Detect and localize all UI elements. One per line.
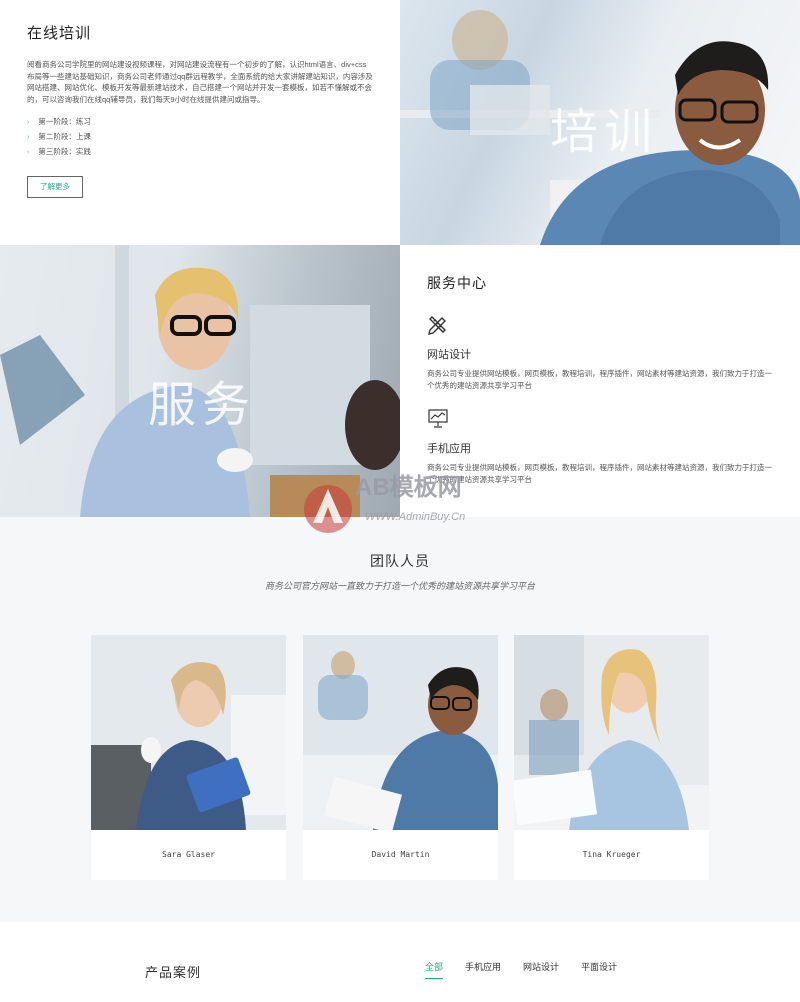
tab-all[interactable]: 全部 [425,960,444,979]
team-section: 团队人员 商务公司官方网站一直致力于打造一个优秀的建站资源共享学习平台 Sara… [0,517,800,922]
team-member-name: Tina Krueger [582,850,641,859]
list-item: › 第二阶段：上课 [27,132,91,141]
service-section: 服务中心 网站设计 商务公司专业提供网站模板，网页模板，教程培训，程序插件，网站… [400,245,800,517]
service-title: 服务中心 [427,275,487,291]
team-member-card[interactable]: David Martin [303,635,498,880]
service-item-title: 手机应用 [427,443,471,455]
team-member-name: Sara Glaser [162,850,215,859]
chevron-right-icon: › [27,134,30,141]
service-photo: 服务 [0,245,400,517]
team-title: 团队人员 [370,553,430,569]
team-member-card[interactable]: Tina Krueger [514,635,709,880]
avatar [303,635,498,830]
list-item: › 第三阶段：实践 [27,147,91,156]
list-item: › 第一阶段：练习 [27,117,91,126]
chevron-right-icon: › [27,149,30,156]
pencil-ruler-icon [428,316,446,335]
products-section: 产品案例 全部 手机应用 网站设计 平面设计 [0,922,800,1002]
tab-graphic-design[interactable]: 平面设计 [581,960,617,979]
training-description: 阅看商务公司学院里的网站建设视频课程，对网站建设流程有一个初步的了解，认识htm… [27,60,373,104]
avatar [91,635,286,830]
service-item-desc: 商务公司专业提供网站模板，网页模板，教程培训，程序插件，网站素材等建站资源，我们… [427,369,772,390]
training-steps: › 第一阶段：练习 › 第二阶段：上课 › 第三阶段：实践 [27,115,373,160]
team-member-card[interactable]: Sara Glaser [91,635,286,880]
chevron-right-icon: › [27,119,30,126]
service-photo-word: 服务 [148,377,257,433]
training-photo: 培训 [400,0,800,245]
learn-more-button[interactable]: 了解更多 [27,176,83,198]
products-title: 产品案例 [145,965,202,980]
tab-mobile-app[interactable]: 手机应用 [465,960,501,979]
avatar [514,635,709,830]
tab-web-design[interactable]: 网站设计 [523,960,559,979]
service-item-mobile-app: 手机应用 商务公司专业提供网站模板，网页模板，教程培训，程序插件，网站素材等建站… [427,407,773,485]
training-title: 在线培训 [27,25,92,42]
training-photo-word: 培训 [550,104,659,160]
team-member-name: David Martin [371,850,430,859]
chart-monitor-icon [428,409,448,428]
product-filter-tabs: 全部 手机应用 网站设计 平面设计 [425,960,639,979]
team-subtitle: 商务公司官方网站一直致力于打造一个优秀的建站资源共享学习平台 [264,581,535,591]
training-section: 在线培训 阅看商务公司学院里的网站建设视频课程，对网站建设流程有一个初步的了解，… [0,0,400,245]
service-item-desc: 商务公司专业提供网站模板，网页模板，教程培训，程序插件，网站素材等建站资源，我们… [427,463,772,484]
service-item-title: 网站设计 [427,349,471,361]
service-item-web-design: 网站设计 商务公司专业提供网站模板，网页模板，教程培训，程序插件，网站素材等建站… [427,313,773,391]
